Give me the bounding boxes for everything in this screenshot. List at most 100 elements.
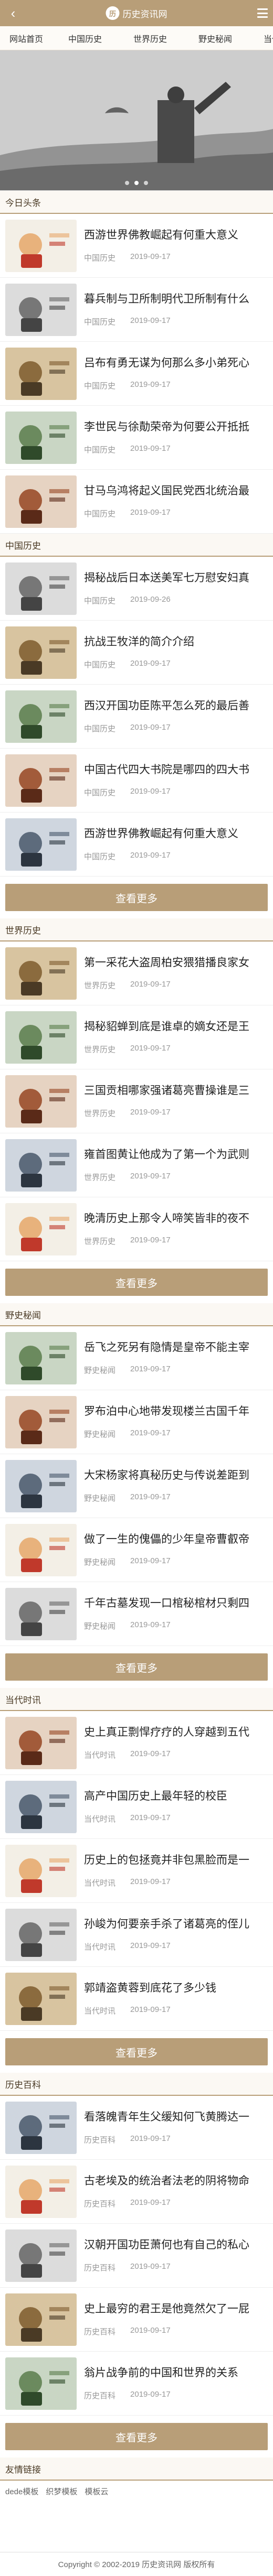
article-title[interactable]: 第一采花大盗周柏安猥猎播良家女 — [84, 956, 268, 970]
article-thumbnail[interactable] — [5, 2165, 77, 2218]
menu-icon[interactable] — [257, 8, 268, 18]
article-title[interactable]: 看落魄青年生父缓知何飞黄腾达一 — [84, 2110, 268, 2124]
article-title[interactable]: 汉朝开国功臣萧何也有自己的私心 — [84, 2238, 268, 2252]
article-thumbnail[interactable] — [5, 2229, 77, 2282]
article-thumbnail[interactable] — [5, 947, 77, 1000]
list-item[interactable]: 史上真正剽悍疗疗的人穿越到五代 当代时讯 2019-09-17 — [0, 1711, 273, 1775]
article-thumbnail[interactable] — [5, 1972, 77, 2025]
list-item[interactable]: 中国古代四大书院是哪四的四大书 中国历史 2019-09-17 — [0, 749, 273, 813]
article-title[interactable]: 西游世界佛教崛起有何重大意义 — [84, 228, 268, 242]
article-title[interactable]: 古老埃及的统治者法老的阴将物命 — [84, 2174, 268, 2188]
list-item[interactable]: 甘马乌鸿将起义国民党西北统治最 中国历史 2019-09-17 — [0, 470, 273, 534]
list-item[interactable]: 吕布有勇无谋为何那么多小弟死心 中国历史 2019-09-17 — [0, 342, 273, 406]
article-title[interactable]: 雍首图黄让他成为了第一个为武则 — [84, 1148, 268, 1162]
list-item[interactable]: 大宋杨家将真秘历史与传说差距到 野史秘闻 2019-09-17 — [0, 1454, 273, 1518]
article-thumbnail[interactable] — [5, 1011, 77, 1064]
article-title[interactable]: 暮兵制与卫所制明代卫所制有什么 — [84, 292, 268, 306]
list-item[interactable]: 李世民与徐勣荣帝为何要公开抵抵 中国历史 2019-09-17 — [0, 406, 273, 470]
banner-dot[interactable] — [144, 181, 148, 185]
article-title[interactable]: 大宋杨家将真秘历史与传说差距到 — [84, 1468, 268, 1482]
article-title[interactable]: 翁片战争前的中国和世界的关系 — [84, 2366, 268, 2380]
list-item[interactable]: 看落魄青年生父缓知何飞黄腾达一 历史百科 2019-09-17 — [0, 2096, 273, 2160]
list-item[interactable]: 罗布泊中心地带发现楼兰古国千年 野史秘闻 2019-09-17 — [0, 1390, 273, 1454]
article-title[interactable]: 郭靖盗黄蓉到底花了多少钱 — [84, 1981, 268, 1995]
list-item[interactable]: 揭秘战后日本送美军七万慰安妇真 中国历史 2019-09-26 — [0, 557, 273, 621]
friend-link[interactable]: dede模板 — [5, 2486, 38, 2497]
article-thumbnail[interactable] — [5, 754, 77, 807]
article-thumbnail[interactable] — [5, 818, 77, 871]
list-item[interactable]: 史上最穷的君王是他竟然欠了一屁 历史百科 2019-09-17 — [0, 2288, 273, 2352]
list-item[interactable]: 历史上的包拯竟并非包黑脸而是一 当代时讯 2019-09-17 — [0, 1839, 273, 1903]
article-thumbnail[interactable] — [5, 1203, 77, 1255]
list-item[interactable]: 高产中国历史上最年轻的校臣 当代时讯 2019-09-17 — [0, 1775, 273, 1839]
article-thumbnail[interactable] — [5, 411, 77, 464]
nav-item-secret-history[interactable]: 野史秘闻 — [183, 26, 248, 50]
article-title[interactable]: 晚清历史上那令人啼笑皆非的夜不 — [84, 1211, 268, 1226]
article-thumbnail[interactable] — [5, 562, 77, 615]
list-item[interactable]: 晚清历史上那令人啼笑皆非的夜不 世界历史 2019-09-17 — [0, 1197, 273, 1261]
list-item[interactable]: 古老埃及的统治者法老的阴将物命 历史百科 2019-09-17 — [0, 2160, 273, 2224]
article-thumbnail[interactable] — [5, 475, 77, 528]
article-title[interactable]: 孙峻为何要亲手杀了诸葛亮的侄儿 — [84, 1917, 268, 1931]
friend-link[interactable]: 织梦模板 — [46, 2486, 77, 2497]
list-item[interactable]: 雍首图黄让他成为了第一个为武则 世界历史 2019-09-17 — [0, 1133, 273, 1197]
list-item[interactable]: 西汉开国功臣陈平怎么死的最后善 中国历史 2019-09-17 — [0, 685, 273, 749]
article-thumbnail[interactable] — [5, 1844, 77, 1897]
article-title[interactable]: 做了一生的傀儡的少年皇帝曹叡帝 — [84, 1532, 268, 1546]
view-more-button[interactable]: 查看更多 — [5, 1269, 268, 1296]
article-title[interactable]: 揭秘战后日本送美军七万慰安妇真 — [84, 571, 268, 585]
article-thumbnail[interactable] — [5, 1587, 77, 1640]
article-title[interactable]: 甘马乌鸿将起义国民党西北统治最 — [84, 484, 268, 498]
list-item[interactable]: 汉朝开国功臣萧何也有自己的私心 历史百科 2019-09-17 — [0, 2224, 273, 2288]
nav-item-china-history[interactable]: 中国历史 — [52, 26, 118, 50]
article-thumbnail[interactable] — [5, 1332, 77, 1384]
article-thumbnail[interactable] — [5, 2293, 77, 2346]
article-thumbnail[interactable] — [5, 1523, 77, 1576]
article-title[interactable]: 史上最穷的君王是他竟然欠了一屁 — [84, 2302, 268, 2316]
article-title[interactable]: 西游世界佛教崛起有何重大意义 — [84, 827, 268, 841]
list-item[interactable]: 做了一生的傀儡的少年皇帝曹叡帝 野史秘闻 2019-09-17 — [0, 1518, 273, 1582]
list-item[interactable]: 西游世界佛教崛起有何重大意义 中国历史 2019-09-17 — [0, 214, 273, 278]
list-item[interactable]: 揭秘貂蝉到底是谁卓的嫡女还是王 世界历史 2019-09-17 — [0, 1005, 273, 1069]
article-title[interactable]: 三国贡相哪家强诸葛亮曹操谁是三 — [84, 1084, 268, 1098]
article-title[interactable]: 史上真正剽悍疗疗的人穿越到五代 — [84, 1725, 268, 1739]
article-thumbnail[interactable] — [5, 219, 77, 272]
article-thumbnail[interactable] — [5, 283, 77, 336]
article-thumbnail[interactable] — [5, 690, 77, 743]
view-more-button[interactable]: 查看更多 — [5, 2423, 268, 2450]
back-arrow-icon[interactable]: ‹ — [5, 5, 21, 21]
list-item[interactable]: 郭靖盗黄蓉到底花了多少钱 当代时讯 2019-09-17 — [0, 1967, 273, 2031]
article-thumbnail[interactable] — [5, 347, 77, 400]
article-thumbnail[interactable] — [5, 626, 77, 679]
list-item[interactable]: 抗战王牧洋的简介介绍 中国历史 2019-09-17 — [0, 621, 273, 685]
article-title[interactable]: 李世民与徐勣荣帝为何要公开抵抵 — [84, 420, 268, 434]
list-item[interactable]: 暮兵制与卫所制明代卫所制有什么 中国历史 2019-09-17 — [0, 278, 273, 342]
article-thumbnail[interactable] — [5, 1139, 77, 1192]
list-item[interactable]: 千年古墓发现一口棺秘棺材只剩四 野史秘闻 2019-09-17 — [0, 1582, 273, 1646]
list-item[interactable]: 孙峻为何要亲手杀了诸葛亮的侄儿 当代时讯 2019-09-17 — [0, 1903, 273, 1967]
nav-item-world-history[interactable]: 世界历史 — [118, 26, 183, 50]
view-more-button[interactable]: 查看更多 — [5, 884, 268, 911]
banner-dot-active[interactable] — [134, 181, 139, 185]
article-thumbnail[interactable] — [5, 1716, 77, 1769]
view-more-button[interactable]: 查看更多 — [5, 1653, 268, 1681]
article-thumbnail[interactable] — [5, 1075, 77, 1128]
article-thumbnail[interactable] — [5, 2101, 77, 2154]
nav-item-home[interactable]: 网站首页 — [0, 26, 52, 50]
article-thumbnail[interactable] — [5, 1459, 77, 1512]
list-item[interactable]: 翁片战争前的中国和世界的关系 历史百科 2019-09-17 — [0, 2352, 273, 2416]
article-title[interactable]: 千年古墓发现一口棺秘棺材只剩四 — [84, 1596, 268, 1610]
article-thumbnail[interactable] — [5, 1395, 77, 1448]
article-title[interactable]: 西汉开国功臣陈平怎么死的最后善 — [84, 699, 268, 713]
article-title[interactable]: 罗布泊中心地带发现楼兰古国千年 — [84, 1404, 268, 1419]
banner-image[interactable] — [0, 50, 273, 191]
view-more-button[interactable]: 查看更多 — [5, 2038, 268, 2065]
banner-dot[interactable] — [125, 181, 129, 185]
article-title[interactable]: 历史上的包拯竟并非包黑脸而是一 — [84, 1853, 268, 1867]
list-item[interactable]: 三国贡相哪家强诸葛亮曹操谁是三 世界历史 2019-09-17 — [0, 1069, 273, 1133]
article-title[interactable]: 抗战王牧洋的简介介绍 — [84, 635, 268, 649]
article-title[interactable]: 高产中国历史上最年轻的校臣 — [84, 1789, 268, 1803]
list-item[interactable]: 第一采花大盗周柏安猥猎播良家女 世界历史 2019-09-17 — [0, 941, 273, 1005]
article-title[interactable]: 揭秘貂蝉到底是谁卓的嫡女还是王 — [84, 1020, 268, 1034]
friend-link[interactable]: 模板云 — [85, 2486, 108, 2497]
